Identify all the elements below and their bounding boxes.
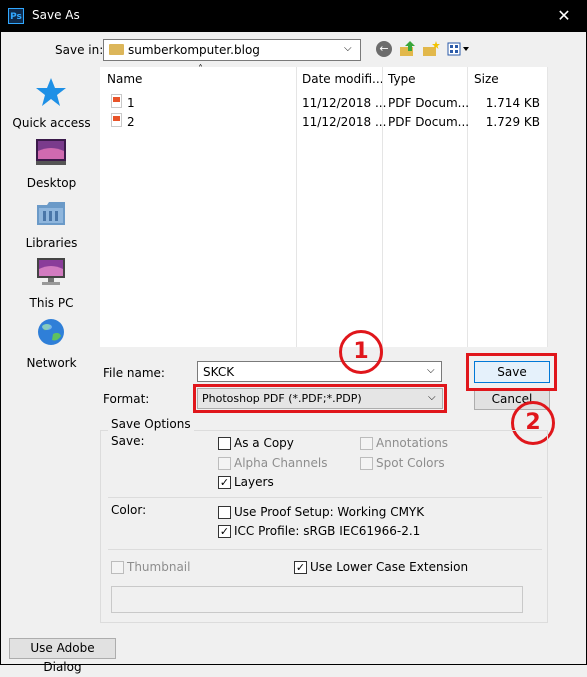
place-label: This PC <box>29 296 74 310</box>
icc-profile-checkbox[interactable]: ✓ <box>218 525 231 538</box>
title-bar: Ps Save As ✕ <box>0 0 587 32</box>
layers-label[interactable]: Layers <box>234 475 274 489</box>
computer-icon <box>35 257 67 287</box>
file-name-value: SKCK <box>203 365 235 379</box>
file-name-label: File name: <box>103 366 165 380</box>
places-bar: Quick access Desktop Libraries This PC N… <box>9 67 94 377</box>
folder-icon <box>109 44 124 55</box>
annotation-badge-1: 1 <box>339 330 383 374</box>
divider <box>108 549 542 550</box>
table-row[interactable]: 1 11/12/2018 ... PDF Docum... 1.714 KB <box>100 94 548 112</box>
place-label: Quick access <box>12 116 91 130</box>
divider <box>108 497 542 498</box>
column-header-type[interactable]: Type <box>388 72 416 86</box>
sort-arrow-icon: ˄ <box>198 64 203 75</box>
proof-setup-label[interactable]: Use Proof Setup: Working CMYK <box>234 505 424 519</box>
close-icon[interactable]: ✕ <box>550 6 578 26</box>
libraries-icon <box>35 197 67 227</box>
pdf-file-icon <box>111 113 122 127</box>
back-icon[interactable]: ← <box>376 41 392 57</box>
file-list[interactable]: ˄ Name Date modifi... Type Size 1 11/12/… <box>100 64 548 347</box>
use-adobe-dialog-button[interactable]: Use Adobe Dialog <box>9 638 116 674</box>
save-label: Save: <box>111 434 145 448</box>
file-size: 1.714 KB <box>485 96 540 110</box>
column-header-size[interactable]: Size <box>474 72 499 86</box>
lower-case-extension-label[interactable]: Use Lower Case Extension <box>310 560 468 574</box>
alpha-channels-label: Alpha Channels <box>234 456 328 470</box>
chevron-down-icon[interactable]: ⌵ <box>427 365 435 376</box>
spot-colors-checkbox <box>360 457 373 470</box>
view-menu-icon[interactable] <box>447 40 469 58</box>
chevron-down-icon: ⌵ <box>344 43 352 54</box>
window-border-left <box>0 32 1 665</box>
photoshop-logo-icon: Ps <box>8 8 24 24</box>
alpha-channels-checkbox <box>218 457 231 470</box>
network-icon <box>35 317 67 347</box>
place-label: Network <box>26 356 77 370</box>
annotation-box-format <box>193 384 447 413</box>
file-date: 11/12/2018 ... <box>302 115 387 129</box>
file-size: 1.729 KB <box>485 115 540 129</box>
as-a-copy-label[interactable]: As a Copy <box>234 436 294 450</box>
pdf-file-icon <box>111 94 122 108</box>
thumbnail-checkbox <box>111 561 124 574</box>
annotation-box-save <box>466 353 557 391</box>
warning-message-box <box>111 586 523 613</box>
star-icon <box>35 77 67 107</box>
save-in-label: Save in: <box>55 43 104 57</box>
new-folder-icon[interactable] <box>422 40 440 58</box>
column-header-name[interactable]: Name <box>107 72 142 86</box>
layers-checkbox[interactable]: ✓ <box>218 476 231 489</box>
proof-setup-checkbox[interactable] <box>218 506 231 519</box>
save-in-value: sumberkomputer.blog <box>128 43 260 57</box>
window-title: Save As <box>32 8 80 22</box>
place-label: Libraries <box>25 236 78 250</box>
annotations-checkbox <box>360 437 373 450</box>
lower-case-extension-checkbox[interactable]: ✓ <box>294 561 307 574</box>
color-label: Color: <box>111 503 147 517</box>
file-name: 1 <box>127 96 135 110</box>
file-name-input[interactable]: SKCK ⌵ <box>197 361 442 382</box>
format-label: Format: <box>103 392 150 406</box>
file-date: 11/12/2018 ... <box>302 96 387 110</box>
table-row[interactable]: 2 11/12/2018 ... PDF Docum... 1.729 KB <box>100 113 548 131</box>
as-a-copy-checkbox[interactable] <box>218 437 231 450</box>
file-type: PDF Docum... <box>388 115 470 129</box>
up-folder-icon[interactable] <box>399 40 417 58</box>
file-name: 2 <box>127 115 135 129</box>
save-options-title: Save Options <box>108 417 194 431</box>
icc-profile-label[interactable]: ICC Profile: sRGB IEC61966-2.1 <box>234 524 420 538</box>
spot-colors-label: Spot Colors <box>376 456 445 470</box>
place-label: Desktop <box>26 176 77 190</box>
annotations-label: Annotations <box>376 436 449 450</box>
column-header-date[interactable]: Date modifi... <box>302 72 383 86</box>
save-in-dropdown[interactable]: sumberkomputer.blog ⌵ <box>103 39 361 61</box>
file-type: PDF Docum... <box>388 96 470 110</box>
thumbnail-label: Thumbnail <box>127 560 191 574</box>
desktop-icon <box>35 137 67 167</box>
